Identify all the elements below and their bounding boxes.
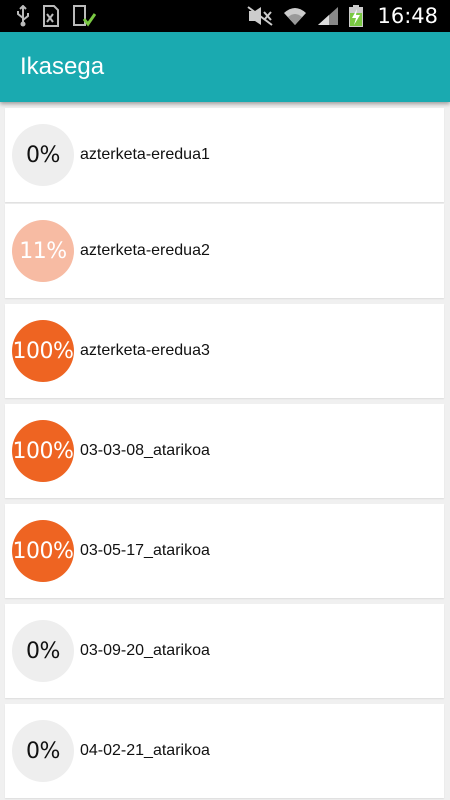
progress-circle: 11% <box>12 220 74 282</box>
list-item[interactable]: 0% 03-09-20_atarikoa <box>5 604 444 698</box>
progress-circle: 100% <box>12 320 74 382</box>
item-label: 03-03-08_atarikoa <box>80 442 210 459</box>
progress-circle: 100% <box>12 420 74 482</box>
list-item[interactable]: 0% 04-02-21_atarikoa <box>5 704 444 798</box>
progress-circle: 0% <box>12 720 74 782</box>
usb-icon <box>16 5 30 27</box>
list-item[interactable]: 100% 03-03-08_atarikoa <box>5 404 444 498</box>
item-label: azterketa-eredua3 <box>80 342 210 359</box>
signal-icon <box>317 6 339 26</box>
item-label: 04-02-21_atarikoa <box>80 742 210 759</box>
progress-circle: 0% <box>12 620 74 682</box>
progress-circle: 0% <box>12 124 74 186</box>
wifi-icon <box>283 6 307 26</box>
item-label: 03-05-17_atarikoa <box>80 542 210 559</box>
list-item[interactable]: 11% azterketa-eredua2 <box>5 204 444 298</box>
exam-list[interactable]: 0% azterketa-eredua1 11% azterketa-eredu… <box>0 102 450 800</box>
item-label: azterketa-eredua2 <box>80 242 210 259</box>
progress-circle: 100% <box>12 520 74 582</box>
sim-warning-icon <box>42 5 60 27</box>
item-label: 03-09-20_atarikoa <box>80 642 210 659</box>
app-title: Ikasega <box>20 53 105 80</box>
app-bar: Ikasega <box>0 32 450 102</box>
mute-icon <box>247 6 274 26</box>
item-label: azterketa-eredua1 <box>80 146 210 163</box>
download-done-icon <box>72 5 96 27</box>
list-item[interactable]: 100% 03-05-17_atarikoa <box>5 504 444 598</box>
status-time: 16:48 <box>377 4 438 28</box>
status-bar-notifications <box>16 5 96 27</box>
list-item[interactable]: 100% azterketa-eredua3 <box>5 304 444 398</box>
status-bar: 16:48 <box>0 0 450 32</box>
list-item[interactable]: 0% azterketa-eredua1 <box>5 108 444 202</box>
status-bar-system: 16:48 <box>247 4 438 28</box>
battery-charging-icon <box>349 5 364 27</box>
